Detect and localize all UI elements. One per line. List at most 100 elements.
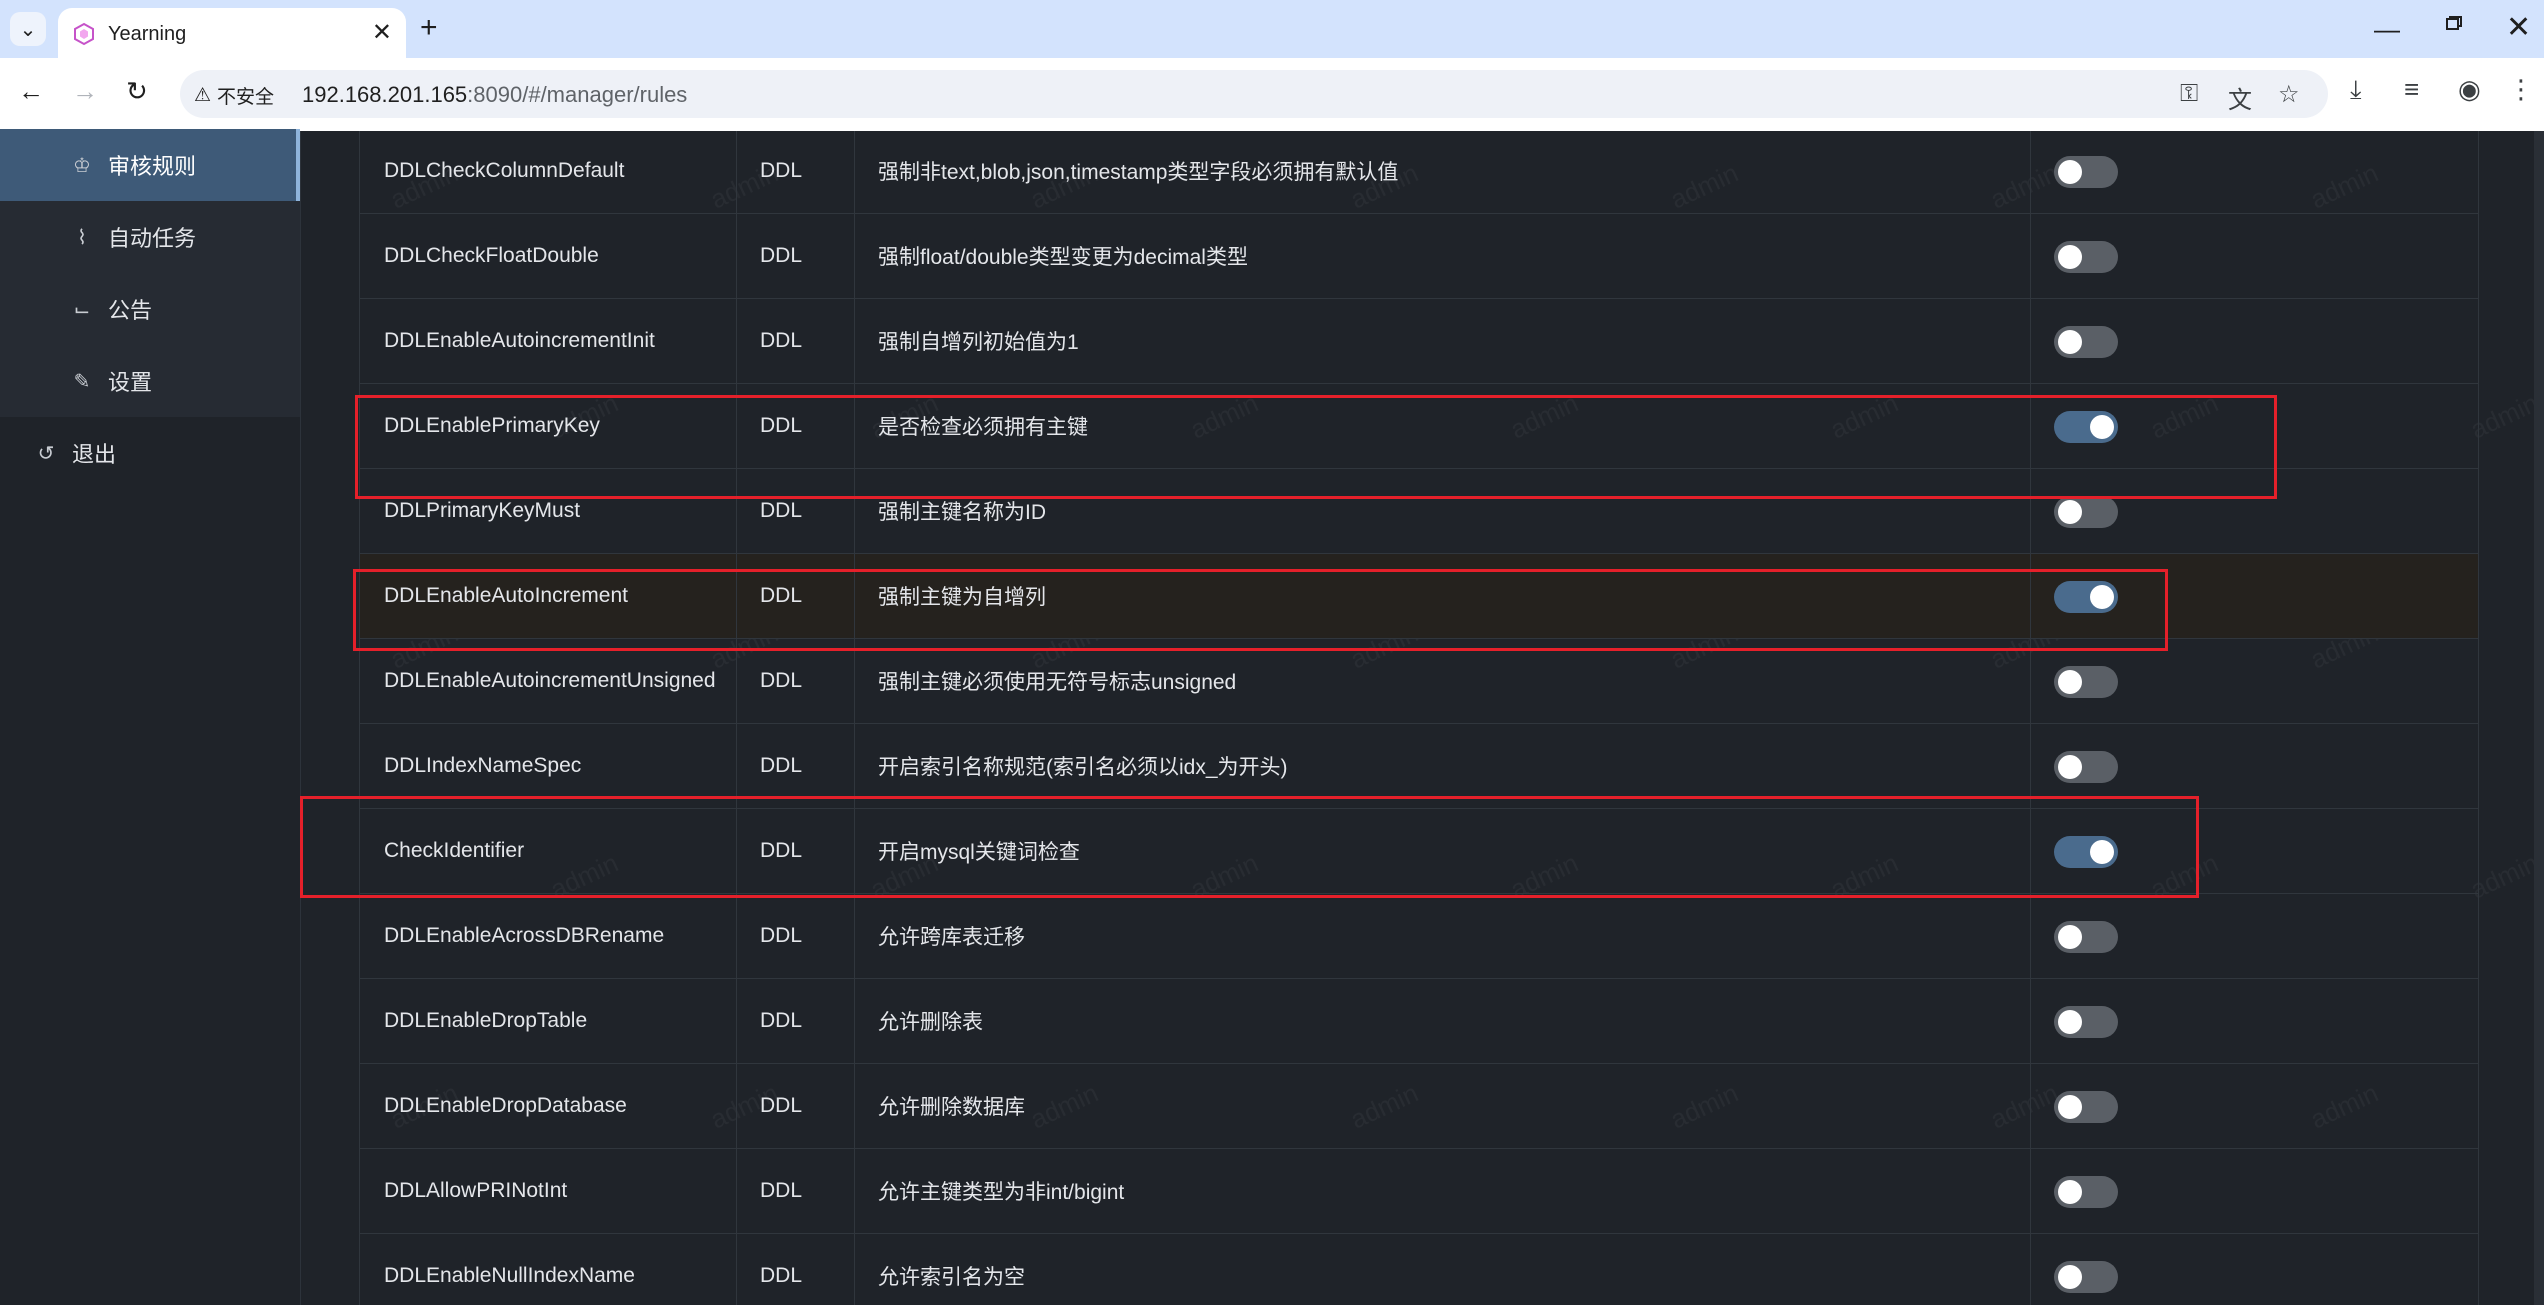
rule-type: DDL bbox=[760, 669, 803, 692]
translate-icon[interactable]: 文 bbox=[2228, 80, 2252, 115]
security-chip[interactable]: ⚠ 不安全 bbox=[194, 82, 274, 109]
download-icon[interactable]: ⤓ bbox=[2350, 74, 2362, 106]
menu-kebab-icon[interactable]: ⋮ bbox=[2508, 74, 2534, 105]
rule-name: DDLEnableDropDatabase bbox=[384, 1094, 627, 1117]
rule-toggle-switch[interactable] bbox=[2054, 241, 2118, 273]
table-row: DDLEnablePrimaryKey DDL 是否检查必须拥有主键 bbox=[360, 384, 2478, 469]
rule-description: 允许删除表 bbox=[878, 1011, 983, 1034]
column-divider bbox=[2030, 809, 2031, 893]
url-host: 192.168.201.165 bbox=[302, 82, 468, 107]
rule-toggle-switch[interactable] bbox=[2054, 326, 2118, 358]
table-row: DDLEnableNullIndexName DDL 允许索引名为空 bbox=[360, 1234, 2478, 1305]
rule-toggle-switch[interactable] bbox=[2054, 496, 2118, 528]
sidebar-item-settings[interactable]: ✎ 设置 bbox=[0, 345, 300, 417]
table-row: DDLAllowPRINotInt DDL 允许主键类型为非int/bigint bbox=[360, 1149, 2478, 1234]
rule-name: DDLCheckFloatDouble bbox=[384, 244, 599, 267]
rule-toggle-switch[interactable] bbox=[2054, 1176, 2118, 1208]
sidebar-item-rules[interactable]: ♔ 审核规则 bbox=[0, 129, 300, 201]
column-divider bbox=[854, 724, 855, 808]
forward-arrow-icon[interactable]: → bbox=[72, 76, 98, 106]
rule-toggle-switch[interactable] bbox=[2054, 666, 2118, 698]
window-minimize-icon[interactable]: — bbox=[2374, 14, 2400, 45]
column-divider bbox=[2030, 131, 2031, 213]
rule-toggle-switch[interactable] bbox=[2054, 411, 2118, 443]
rule-type: DDL bbox=[760, 584, 803, 607]
toggle-knob bbox=[2058, 1265, 2082, 1289]
window-restore-icon[interactable] bbox=[2446, 16, 2462, 30]
column-divider bbox=[736, 299, 737, 383]
sidebar-item-auto-task[interactable]: ⌇ 自动任务 bbox=[0, 201, 300, 273]
rule-type: DDL bbox=[760, 1179, 803, 1202]
rule-name: DDLEnableNullIndexName bbox=[384, 1264, 635, 1287]
column-divider bbox=[736, 979, 737, 1063]
table-row: DDLEnableAutoIncrement DDL 强制主键为自增列 bbox=[360, 554, 2478, 639]
rules-content: adminadminadminadminadminadminadminadmin… bbox=[301, 131, 2544, 1305]
rule-type: DDL bbox=[760, 1094, 803, 1117]
rule-toggle-switch[interactable] bbox=[2054, 156, 2118, 188]
rule-description: 是否检查必须拥有主键 bbox=[878, 416, 1088, 439]
rule-description: 允许索引名为空 bbox=[878, 1266, 1025, 1289]
rule-name: DDLEnableAutoincrementInit bbox=[384, 329, 655, 352]
password-key-icon[interactable]: ⚿ bbox=[2180, 80, 2198, 108]
rule-toggle-switch[interactable] bbox=[2054, 1261, 2118, 1293]
toggle-knob bbox=[2058, 245, 2082, 269]
column-divider bbox=[736, 1064, 737, 1148]
column-divider bbox=[854, 469, 855, 553]
column-divider bbox=[736, 469, 737, 553]
column-divider bbox=[2030, 724, 2031, 808]
new-tab-button[interactable]: + bbox=[420, 12, 438, 44]
rule-type: DDL bbox=[760, 1264, 803, 1287]
rule-type: DDL bbox=[760, 159, 803, 182]
rule-name: DDLEnableDropTable bbox=[384, 1009, 588, 1032]
sidebar-item-logout[interactable]: ↺ 退出 bbox=[0, 417, 300, 489]
browser-tab[interactable]: Yearning ✕ bbox=[58, 8, 406, 58]
bookmark-star-icon[interactable]: ☆ bbox=[2278, 80, 2300, 109]
paperclip-icon: ⌇ bbox=[77, 226, 87, 249]
rule-name: DDLEnableAcrossDBRename bbox=[384, 924, 665, 947]
back-arrow-icon[interactable]: ← bbox=[18, 76, 44, 106]
table-row: DDLCheckColumnDefault DDL 强制非text,blob,jso… bbox=[360, 131, 2478, 214]
browser-tab-bar: ⌄ Yearning ✕ + — ✕ bbox=[0, 0, 2544, 58]
rule-toggle-switch[interactable] bbox=[2054, 1091, 2118, 1123]
rule-description: 强制非text,blob,json,timestamp类型字段必须拥有默认值 bbox=[878, 161, 1399, 184]
column-divider bbox=[854, 1064, 855, 1148]
toggle-knob bbox=[2058, 1010, 2082, 1034]
rule-toggle-switch[interactable] bbox=[2054, 836, 2118, 868]
rule-toggle-switch[interactable] bbox=[2054, 581, 2118, 613]
table-row: DDLEnableAcrossDBRename DDL 允许跨库表迁移 bbox=[360, 894, 2478, 979]
media-control-icon[interactable]: ≡ bbox=[2404, 74, 2419, 105]
logout-icon: ↺ bbox=[37, 442, 55, 465]
url-text[interactable]: 192.168.201.165:8090/#/manager/rules bbox=[302, 82, 687, 108]
page-scrollbar[interactable] bbox=[2534, 131, 2544, 1305]
window-close-icon[interactable]: ✕ bbox=[2506, 10, 2531, 45]
address-bar[interactable]: ⚠ 不安全 192.168.201.165:8090/#/manager/rul… bbox=[180, 70, 2328, 118]
column-divider bbox=[736, 214, 737, 298]
profile-avatar-icon[interactable]: ◉ bbox=[2458, 74, 2481, 105]
rule-description: 强制float/double类型变更为decimal类型 bbox=[878, 246, 1248, 269]
sidebar-item-label: 设置 bbox=[108, 370, 153, 395]
sidebar-item-label: 公告 bbox=[108, 298, 153, 323]
column-divider bbox=[736, 724, 737, 808]
column-divider bbox=[736, 384, 737, 468]
rule-toggle-switch[interactable] bbox=[2054, 1006, 2118, 1038]
rule-name: DDLEnableAutoIncrement bbox=[384, 584, 628, 607]
table-row: CheckIdentifier DDL 开启mysql关键词检查 bbox=[360, 809, 2478, 894]
rule-description: 强制自增列初始值为1 bbox=[878, 331, 1079, 354]
rule-toggle-switch[interactable] bbox=[2054, 751, 2118, 783]
rule-type: DDL bbox=[760, 329, 803, 352]
column-divider bbox=[2030, 979, 2031, 1063]
reload-icon[interactable]: ↻ bbox=[126, 76, 148, 106]
tab-search-chevron-icon[interactable]: ⌄ bbox=[10, 12, 46, 46]
rule-name: CheckIdentifier bbox=[384, 839, 525, 862]
toggle-knob bbox=[2090, 840, 2114, 864]
column-divider bbox=[854, 1149, 855, 1233]
yearning-favicon-icon bbox=[74, 22, 94, 46]
sidebar-item-announcement[interactable]: ⌙ 公告 bbox=[0, 273, 300, 345]
sidebar-item-label: 自动任务 bbox=[108, 226, 197, 251]
rule-name: DDLAllowPRINotInt bbox=[384, 1179, 568, 1202]
column-divider bbox=[736, 131, 737, 213]
tab-close-icon[interactable]: ✕ bbox=[372, 18, 392, 47]
column-divider bbox=[854, 809, 855, 893]
rule-toggle-switch[interactable] bbox=[2054, 921, 2118, 953]
rule-type: DDL bbox=[760, 244, 803, 267]
